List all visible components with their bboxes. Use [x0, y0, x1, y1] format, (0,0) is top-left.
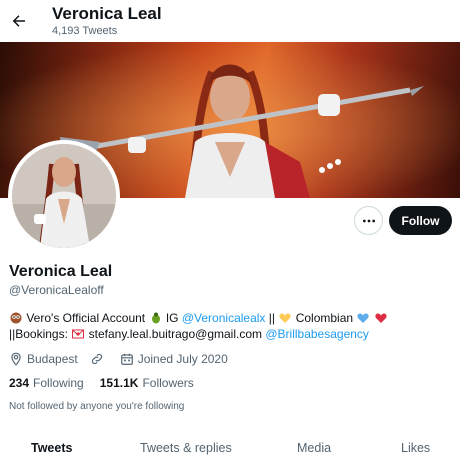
profile-bio: Vero's Official Account IG @Veronicaleal…	[9, 310, 449, 342]
follow-button[interactable]: Follow	[389, 206, 452, 235]
following-count: 234	[9, 376, 30, 390]
calendar-icon	[120, 353, 133, 365]
following-link[interactable]: 234 Following	[9, 376, 84, 390]
blue-heart-icon	[357, 313, 370, 323]
followers-link[interactable]: 151.1K Followers	[100, 376, 194, 390]
owl-emoji-icon	[10, 312, 22, 324]
instagram-link[interactable]: @Veronicalealx	[182, 311, 266, 325]
followers-label: Followers	[142, 376, 194, 390]
join-date: Joined July 2020	[120, 352, 228, 366]
tab-likes[interactable]: Likes	[401, 441, 430, 455]
tab-media[interactable]: Media	[297, 441, 331, 455]
location: Budapest	[9, 352, 78, 366]
avatar[interactable]	[8, 140, 120, 252]
bio-text: ||Bookings:	[9, 327, 68, 341]
arrow-left-icon	[12, 15, 25, 27]
more-options-button[interactable]	[354, 206, 383, 235]
tweet-count: 4,193 Tweets	[52, 25, 118, 37]
follow-stats: 234 Following 151.1K Followers	[9, 376, 210, 390]
love-letter-icon	[72, 329, 85, 339]
following-label: Following	[33, 376, 84, 390]
bio-text: IG	[165, 311, 179, 325]
profile-handle: @VeronicaLealoff	[9, 283, 104, 297]
header-title: Veronica Leal	[52, 4, 162, 23]
red-heart-icon	[375, 313, 387, 323]
booking-email: stefany.leal.buitrago@gmail.com	[88, 327, 262, 341]
bio-text: Colombian	[295, 311, 354, 325]
bio-text: ||	[268, 311, 275, 325]
profile-name: Veronica Leal	[9, 263, 113, 280]
agency-link[interactable]: @Brillbabesagency	[265, 327, 369, 341]
tab-tweets[interactable]: Tweets	[31, 441, 72, 455]
avatar-image	[12, 144, 116, 248]
followers-count: 151.1K	[99, 376, 139, 390]
website[interactable]	[90, 352, 108, 366]
profile-header: Veronica Leal 4,193 Tweets	[0, 0, 460, 42]
bio-text: Vero's Official Account	[26, 311, 146, 325]
more-horizontal-icon	[362, 219, 375, 222]
yellow-heart-icon	[279, 313, 291, 323]
location-pin-icon	[11, 352, 21, 366]
join-date-text: Joined July 2020	[137, 352, 228, 366]
not-followed-notice: Not followed by anyone you're following	[9, 401, 185, 412]
tab-tweets-replies[interactable]: Tweets & replies	[140, 441, 232, 455]
location-text: Budapest	[27, 352, 78, 366]
profile-meta: Budapest Joined July 2020	[9, 350, 240, 368]
profile-tabs: Tweets Tweets & replies Media Likes	[0, 428, 460, 460]
bug-emoji-icon	[151, 312, 160, 324]
back-button[interactable]	[6, 8, 32, 34]
link-icon	[91, 353, 102, 365]
